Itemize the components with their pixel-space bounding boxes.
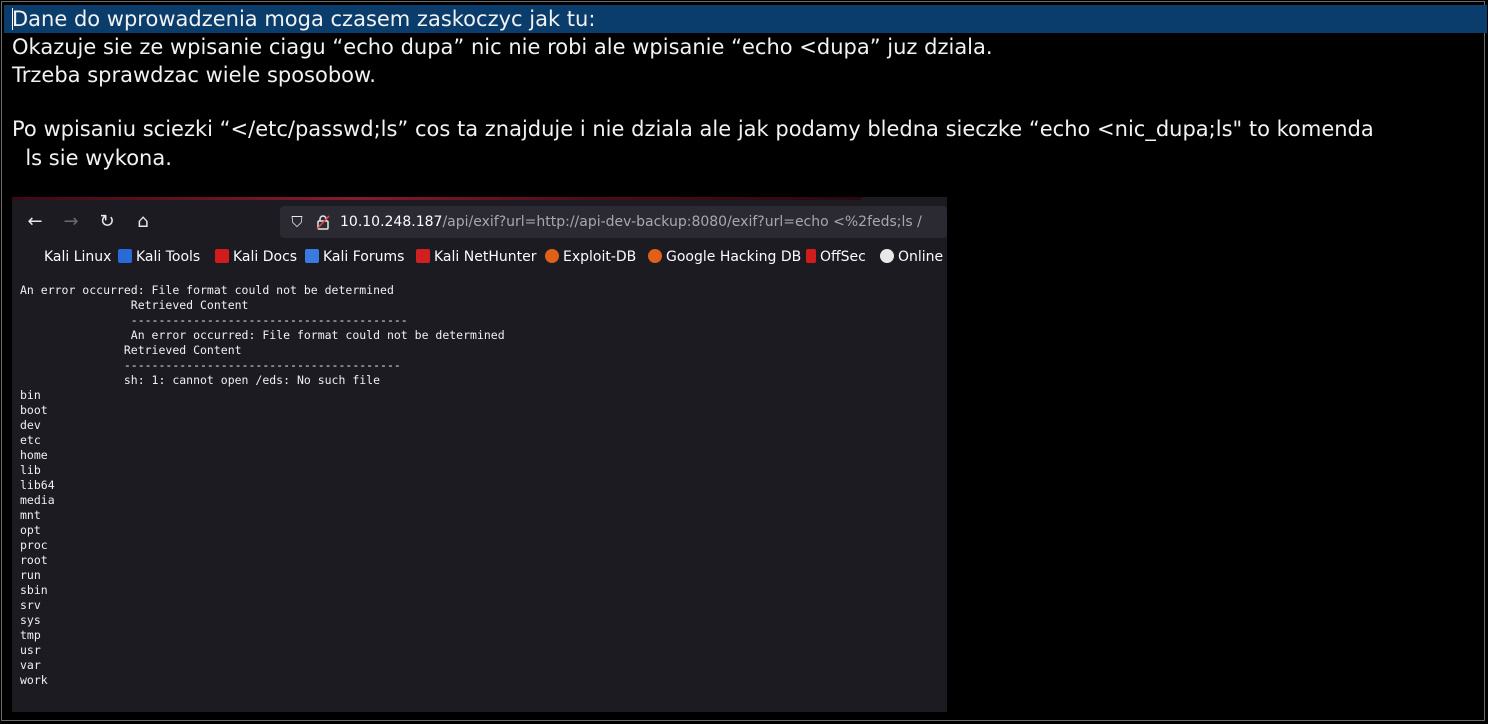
bookmark-kali-nethunter: Kali NetHunter bbox=[416, 244, 536, 270]
skull-icon bbox=[880, 249, 894, 263]
output-line: sh: 1: cannot open /eds: No such file bbox=[20, 373, 381, 387]
output-line: mnt bbox=[20, 508, 41, 522]
output-line: run bbox=[20, 568, 41, 582]
output-line: ---------------------------------------- bbox=[20, 358, 401, 372]
home-icon: ⌂ bbox=[137, 211, 149, 232]
kali-forums-icon bbox=[305, 249, 319, 263]
shield-icon: ⛉ bbox=[291, 213, 303, 231]
browser-toolbar: ← → ↻ ⌂ ⛉ 10.10.248.187/api/exif?url=htt… bbox=[12, 200, 947, 244]
kali-docs-icon bbox=[215, 249, 229, 263]
output-line: lib bbox=[20, 463, 41, 477]
bookmark-kali-tools: Kali Tools bbox=[118, 244, 200, 270]
output-line: ---------------------------------------- bbox=[20, 313, 408, 327]
output-line: work bbox=[20, 673, 48, 687]
output-line: home bbox=[20, 448, 48, 462]
output-line: opt bbox=[20, 523, 41, 537]
output-line: Retrieved Content bbox=[20, 298, 249, 312]
output-line: dev bbox=[20, 418, 41, 432]
output-line: tmp bbox=[20, 628, 41, 642]
text-editor-area[interactable]: Dane do wprowadzenia moga czasem zaskocz… bbox=[1, 1, 1487, 721]
lock-icon bbox=[312, 210, 334, 234]
bookmark-kali-docs: Kali Docs bbox=[215, 244, 297, 270]
output-line: sys bbox=[20, 613, 41, 627]
bookmark-exploit-db: Exploit-DB bbox=[545, 244, 636, 270]
text-caret bbox=[12, 8, 13, 30]
ghdb-icon bbox=[648, 249, 662, 263]
url-bar: ⛉ 10.10.248.187/api/exif?url=http://api-… bbox=[280, 206, 947, 238]
bookmark-google-hacking-db: Google Hacking DB bbox=[648, 244, 801, 270]
bookmark-kali-forums: Kali Forums bbox=[305, 244, 404, 270]
command-output: An error occurred: File format could not… bbox=[20, 283, 505, 688]
exploit-db-icon bbox=[545, 249, 559, 263]
embedded-browser-screenshot: ← → ↻ ⌂ ⛉ 10.10.248.187/api/exif?url=htt… bbox=[12, 197, 947, 712]
bookmark-offsec: OffSec bbox=[806, 244, 866, 270]
output-line: var bbox=[20, 658, 41, 672]
offsec-icon bbox=[806, 249, 816, 263]
output-line: root bbox=[20, 553, 48, 567]
url-text: 10.10.248.187/api/exif?url=http://api-de… bbox=[340, 206, 922, 238]
page-content: An error occurred: File format could not… bbox=[12, 273, 947, 712]
output-line: proc bbox=[20, 538, 48, 552]
note-line-2[interactable]: Okazuje sie ze wpisanie ciagu “echo dupa… bbox=[12, 33, 993, 61]
kali-nethunter-icon bbox=[416, 249, 430, 263]
bookmark-kali-linux: Kali Linux bbox=[44, 249, 112, 265]
output-line: etc bbox=[20, 433, 41, 447]
note-line-5[interactable]: ls sie wykona. bbox=[12, 144, 172, 172]
output-line: sbin bbox=[20, 583, 48, 597]
url-path: /api/exif?url=http://api-dev-backup:8080… bbox=[442, 214, 922, 230]
reload-icon: ↻ bbox=[99, 211, 115, 232]
selected-line[interactable]: Dane do wprowadzenia moga czasem zaskocz… bbox=[4, 5, 1487, 33]
back-arrow-icon: ← bbox=[27, 211, 43, 232]
bookmarks-bar: Kali Linux Kali Tools Kali Docs Kali For… bbox=[12, 244, 947, 270]
note-line-3[interactable]: Trzeba sprawdzac wiele sposobow. bbox=[12, 61, 376, 89]
output-line: bin bbox=[20, 388, 41, 402]
bookmark-online: Online bbox=[880, 244, 943, 270]
kali-tools-icon bbox=[118, 249, 132, 263]
output-line: An error occurred: File format could not… bbox=[20, 328, 505, 342]
note-line-4[interactable]: Po wpisaniu sciezki “</etc/passwd;ls” co… bbox=[12, 115, 1374, 143]
output-line: boot bbox=[20, 403, 48, 417]
output-line: Retrieved Content bbox=[20, 343, 242, 357]
url-host: 10.10.248.187 bbox=[340, 214, 443, 230]
output-line: srv bbox=[20, 598, 41, 612]
forward-arrow-icon: → bbox=[63, 211, 79, 232]
output-line: usr bbox=[20, 643, 41, 657]
output-line: media bbox=[20, 493, 55, 507]
output-line: An error occurred: File format could not… bbox=[20, 283, 394, 297]
output-line: lib64 bbox=[20, 478, 55, 492]
